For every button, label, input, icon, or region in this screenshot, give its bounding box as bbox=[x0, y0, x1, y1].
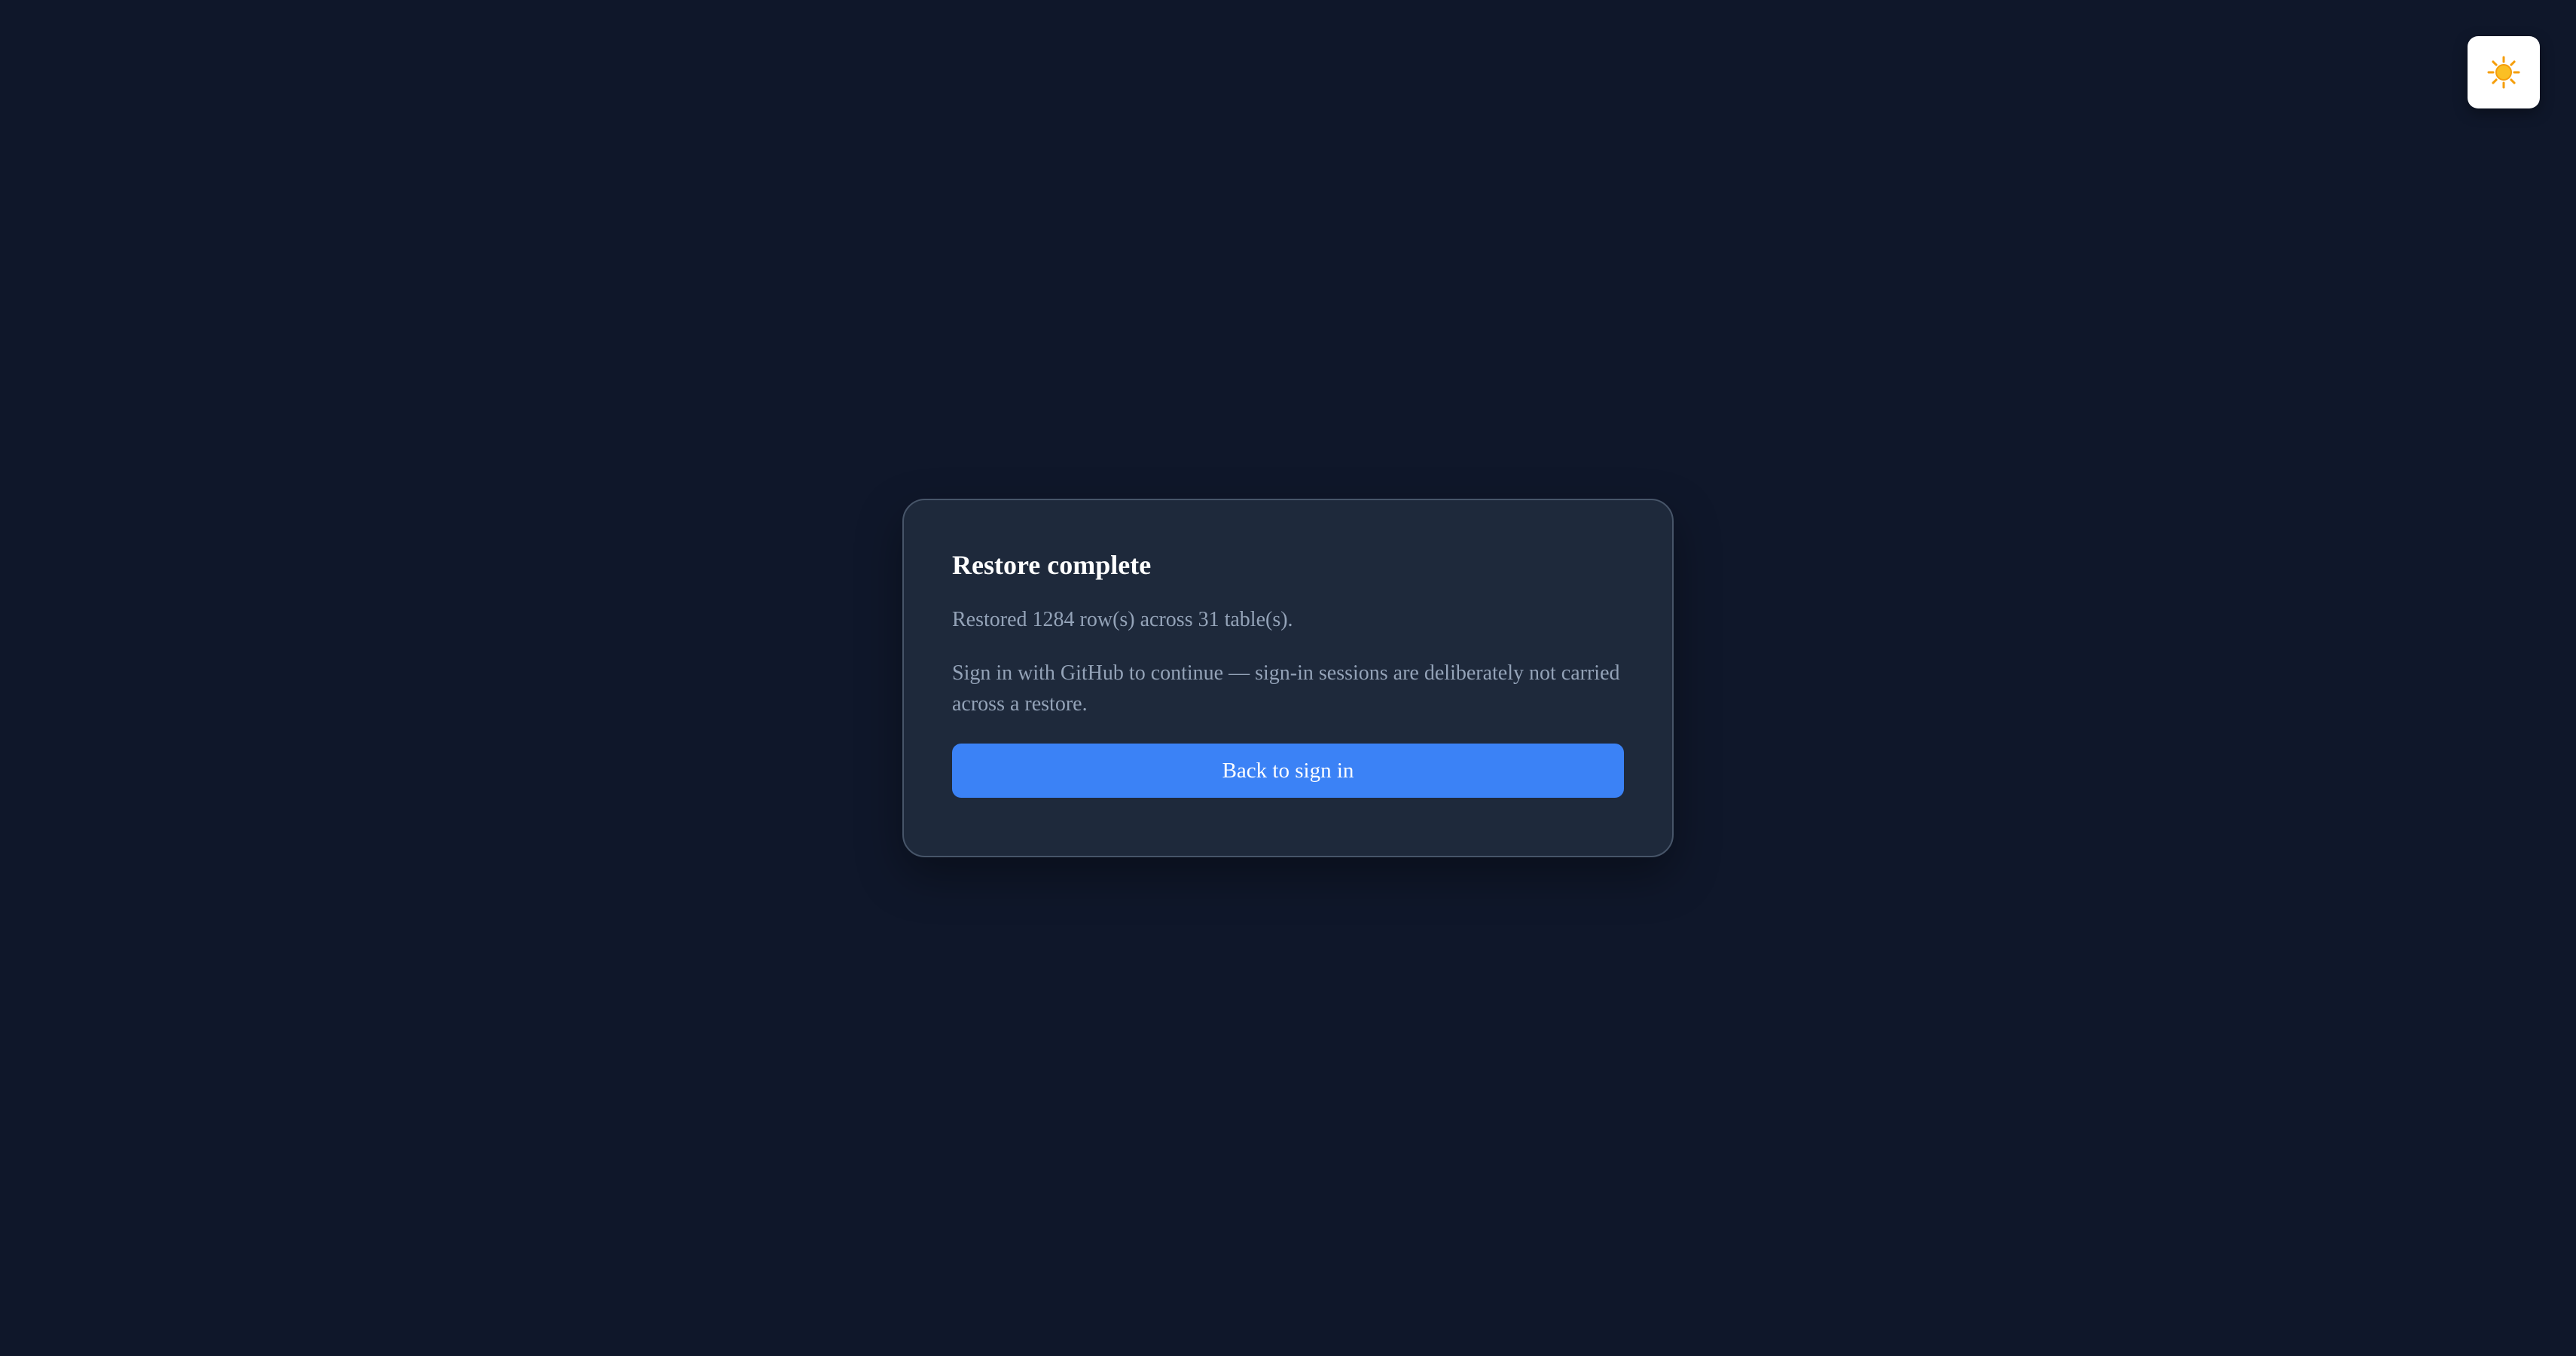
restore-page: Restore complete Restored 1284 row(s) ac… bbox=[0, 0, 2576, 1356]
restore-summary-text: Restored 1284 row(s) across 31 table(s). bbox=[952, 608, 1293, 631]
card-title: Restore complete bbox=[952, 550, 1152, 580]
restore-complete-card: Restore complete Restored 1284 row(s) ac… bbox=[902, 499, 1674, 857]
sign-in-note-text: Sign in with GitHub to continue — sign-i… bbox=[952, 661, 1620, 716]
sun-icon bbox=[2487, 56, 2520, 89]
theme-toggle-button[interactable] bbox=[2468, 36, 2540, 108]
back-to-sign-in-button[interactable]: Back to sign in bbox=[952, 744, 1624, 798]
